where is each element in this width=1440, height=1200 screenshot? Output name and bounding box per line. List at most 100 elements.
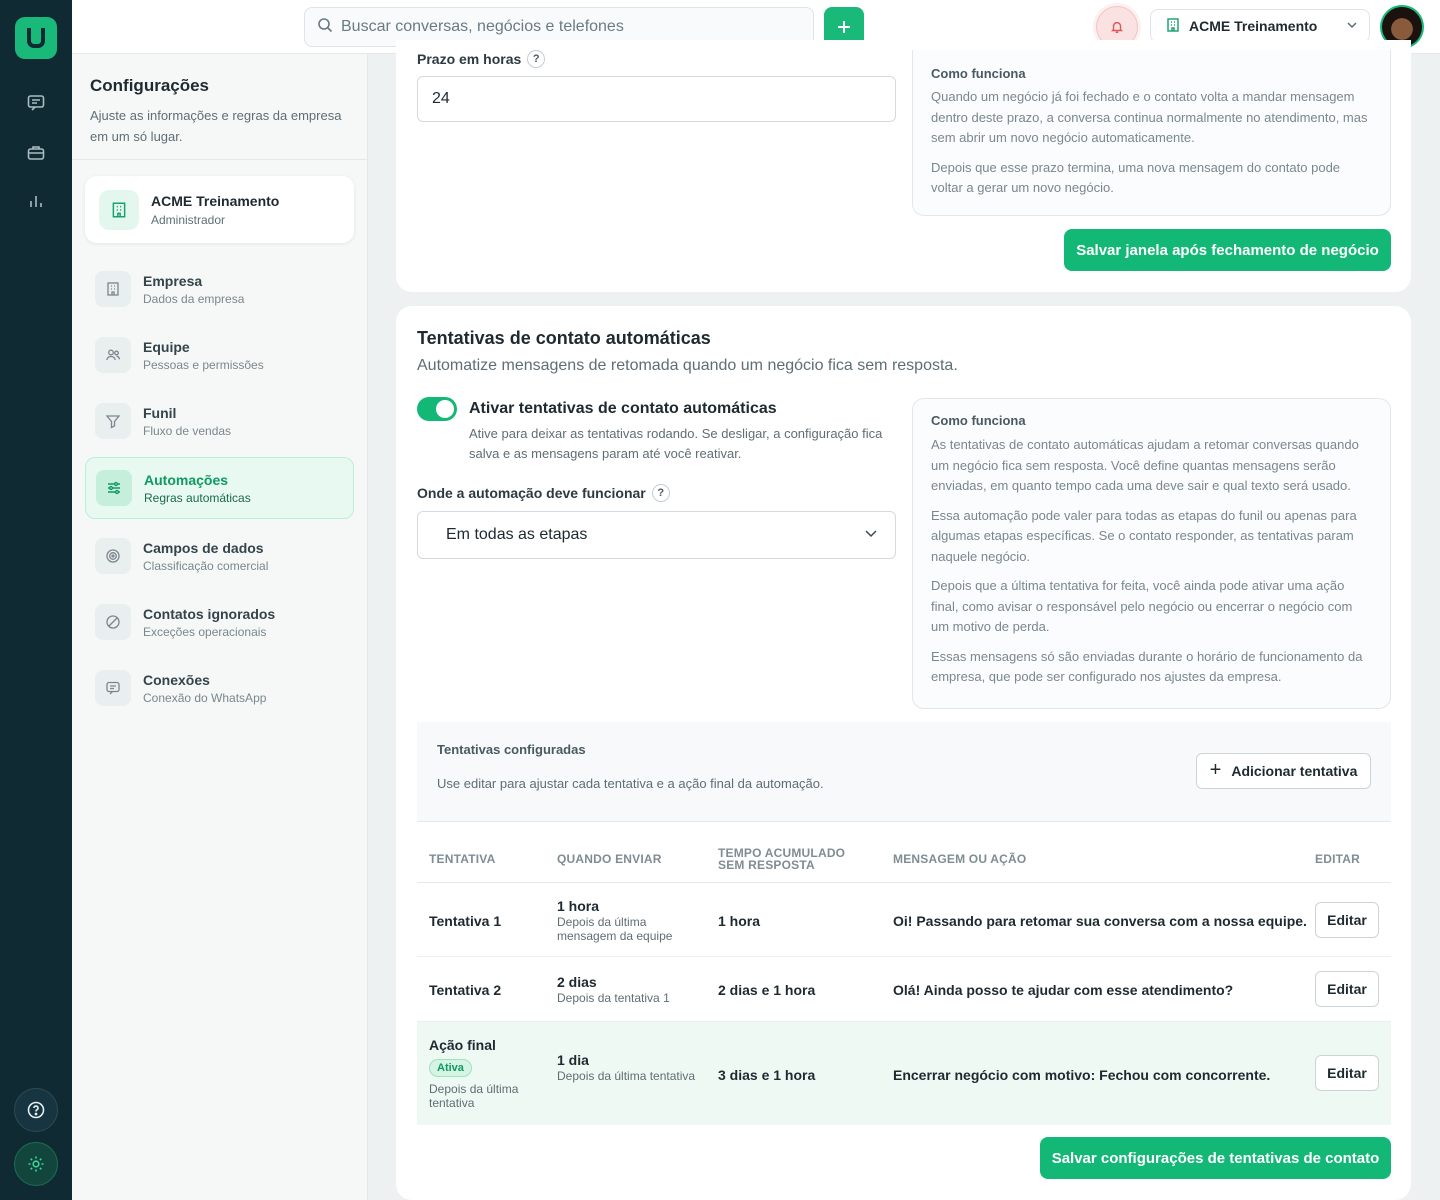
help-tooltip-icon[interactable]: ? — [651, 484, 670, 502]
save-attempts-button[interactable]: Salvar configurações de tentativas de co… — [1040, 1137, 1391, 1179]
settings-title: Configurações — [90, 76, 210, 95]
org-name: ACME Treinamento — [151, 192, 280, 209]
nav-desc: Exceções operacionais — [143, 624, 267, 639]
section-subtitle: Automatize mensagens de retomada quando … — [417, 357, 958, 374]
company-selector[interactable]: ACME Treinamento — [1150, 9, 1370, 43]
nav-desc: Regras automáticas — [144, 490, 251, 505]
table-header: TENTATIVA QUANDO ENVIAR TEMPO ACUMULADO … — [417, 822, 1391, 883]
deadline-hours-input[interactable] — [417, 76, 896, 122]
info-paragraph: Essa automação pode valer para todas as … — [931, 507, 1357, 564]
edit-button[interactable]: Editar — [1315, 1055, 1379, 1091]
org-role: Administrador — [151, 212, 226, 227]
funnel-icon — [95, 403, 131, 439]
nav-label: Equipe — [143, 338, 190, 355]
accumulated-time: 3 dias e 1 hora — [718, 1067, 816, 1083]
when-cell: 1 hora Depois da última mensagem da equi… — [557, 898, 673, 943]
how-it-works-box: Como funciona As tentativas de contato a… — [912, 398, 1391, 709]
nav-label: Automações — [144, 471, 229, 488]
help-tooltip-icon[interactable]: ? — [527, 50, 546, 68]
column-header: MENSAGEM OU AÇÃO — [893, 852, 1027, 866]
company-name: ACME Treinamento — [1189, 18, 1318, 34]
nav-item-automacoes[interactable]: Automações Regras automáticas — [85, 457, 354, 519]
scope-label: Onde a automação deve funcionar ? — [417, 484, 670, 502]
edit-button[interactable]: Editar — [1315, 971, 1379, 1007]
toggle-description: Ative para deixar as tentativas rodando.… — [469, 426, 883, 461]
building-icon — [95, 271, 131, 307]
nav-label: Contatos ignorados — [143, 605, 276, 622]
plus-icon: + — [1209, 758, 1222, 781]
info-paragraph: Depois que a última tentativa for feita,… — [931, 578, 1353, 634]
sliders-icon — [96, 470, 132, 506]
users-icon — [95, 337, 131, 373]
info-paragraph: Essas mensagens só são enviadas durante … — [931, 648, 1363, 685]
add-attempt-button[interactable]: + Adicionar tentativa — [1196, 753, 1371, 789]
nav-desc: Pessoas e permissões — [143, 357, 264, 372]
nav-item-campos-de-dados[interactable]: Campos de dados Classificação comercial — [85, 525, 354, 587]
app-rail — [0, 0, 72, 1200]
info-paragraph: As tentativas de contato automáticas aju… — [931, 437, 1359, 493]
nav-desc: Conexão do WhatsApp — [143, 690, 267, 705]
status-badge: Ativa — [429, 1059, 472, 1077]
attempts-toggle[interactable] — [417, 397, 457, 421]
nav-item-empresa[interactable]: Empresa Dados da empresa — [85, 258, 354, 320]
accumulated-time: 1 hora — [718, 913, 761, 929]
configured-subtitle: Use editar para ajustar cada tentativa e… — [437, 776, 824, 791]
final-action-cell: Ação final Ativa Depois da última tentat… — [429, 1037, 519, 1110]
search-icon — [317, 17, 333, 38]
nav-item-conexoes[interactable]: Conexões Conexão do WhatsApp — [85, 657, 354, 719]
add-attempt-label: Adicionar tentativa — [1231, 763, 1358, 779]
bell-icon — [1110, 21, 1124, 33]
how-it-works-box: Como funciona Quando um negócio já foi f… — [912, 50, 1391, 216]
nav-item-equipe[interactable]: Equipe Pessoas e permissões — [85, 324, 354, 386]
briefcase-icon[interactable] — [22, 139, 50, 167]
accumulated-time: 2 dias e 1 hora — [718, 982, 816, 998]
column-header: QUANDO ENVIAR — [557, 852, 662, 866]
ban-icon — [95, 604, 131, 640]
org-card[interactable]: ACME Treinamento Administrador — [85, 176, 354, 243]
nav-label: Conexões — [143, 671, 210, 688]
column-header: TENTATIVA — [429, 852, 496, 866]
nav-item-contatos-ignorados[interactable]: Contatos ignorados Exceções operacionais — [85, 591, 354, 653]
plus-icon — [838, 21, 850, 33]
closing-window-card: Prazo em horas ? Como funciona Quando um… — [396, 40, 1411, 292]
gear-icon[interactable] — [14, 1142, 58, 1186]
table-row-final-action: Ação final Ativa Depois da última tentat… — [417, 1022, 1391, 1125]
column-header: TEMPO ACUMULADO SEM RESPOSTA — [718, 846, 846, 872]
section-title: Tentativas de contato automáticas — [417, 328, 711, 348]
deadline-label: Prazo em horas ? — [417, 50, 546, 68]
message-text: Olá! Ainda posso te ajudar com esse aten… — [893, 982, 1234, 998]
search-input[interactable] — [341, 18, 801, 36]
nav-item-funil[interactable]: Funil Fluxo de vendas — [85, 390, 354, 452]
info-paragraph: Depois que esse prazo termina, uma nova … — [931, 159, 1341, 196]
chevron-down-icon — [863, 525, 879, 546]
attempts-table: TENTATIVA QUANDO ENVIAR TEMPO ACUMULADO … — [417, 822, 1391, 1125]
table-row: Tentativa 1 1 hora Depois da última mens… — [417, 883, 1391, 957]
building-icon — [99, 189, 139, 230]
scope-select[interactable]: Em todas as etapas — [417, 511, 896, 559]
info-paragraph: Quando um negócio já foi fechado e o con… — [931, 89, 1368, 145]
nav-label: Funil — [143, 404, 177, 421]
settings-sidebar: Configurações Ajuste as informações e re… — [72, 54, 368, 1200]
chat-icon[interactable] — [22, 89, 50, 117]
building-icon — [1165, 17, 1181, 36]
toggle-label: Ativar tentativas de contato automáticas — [469, 400, 777, 417]
nav-label: Campos de dados — [143, 539, 264, 556]
bar-chart-icon[interactable] — [22, 187, 50, 215]
when-cell: 1 dia Depois da última tentativa — [557, 1052, 696, 1083]
nav-desc: Dados da empresa — [143, 291, 245, 306]
edit-button[interactable]: Editar — [1315, 902, 1379, 938]
message-text: Oi! Passando para retomar sua conversa c… — [893, 913, 1307, 929]
when-cell: 2 dias Depois da tentativa 1 — [557, 974, 670, 1005]
save-window-button[interactable]: Salvar janela após fechamento de negócio — [1064, 229, 1391, 271]
help-icon[interactable] — [14, 1088, 58, 1132]
column-header: EDITAR — [1315, 852, 1360, 866]
app-logo[interactable] — [15, 17, 57, 59]
chevron-down-icon — [1345, 18, 1359, 35]
info-title: Como funciona — [931, 413, 1026, 428]
attempt-name: Tentativa 2 — [429, 982, 502, 998]
configured-title: Tentativas configuradas — [437, 742, 586, 757]
settings-subtitle: Ajuste as informações e regras da empres… — [90, 108, 342, 144]
attempt-name: Tentativa 1 — [429, 913, 502, 929]
contact-attempts-card: Tentativas de contato automáticas Automa… — [396, 306, 1411, 1200]
configured-attempts-panel: Tentativas configuradas Use editar para … — [417, 722, 1391, 822]
